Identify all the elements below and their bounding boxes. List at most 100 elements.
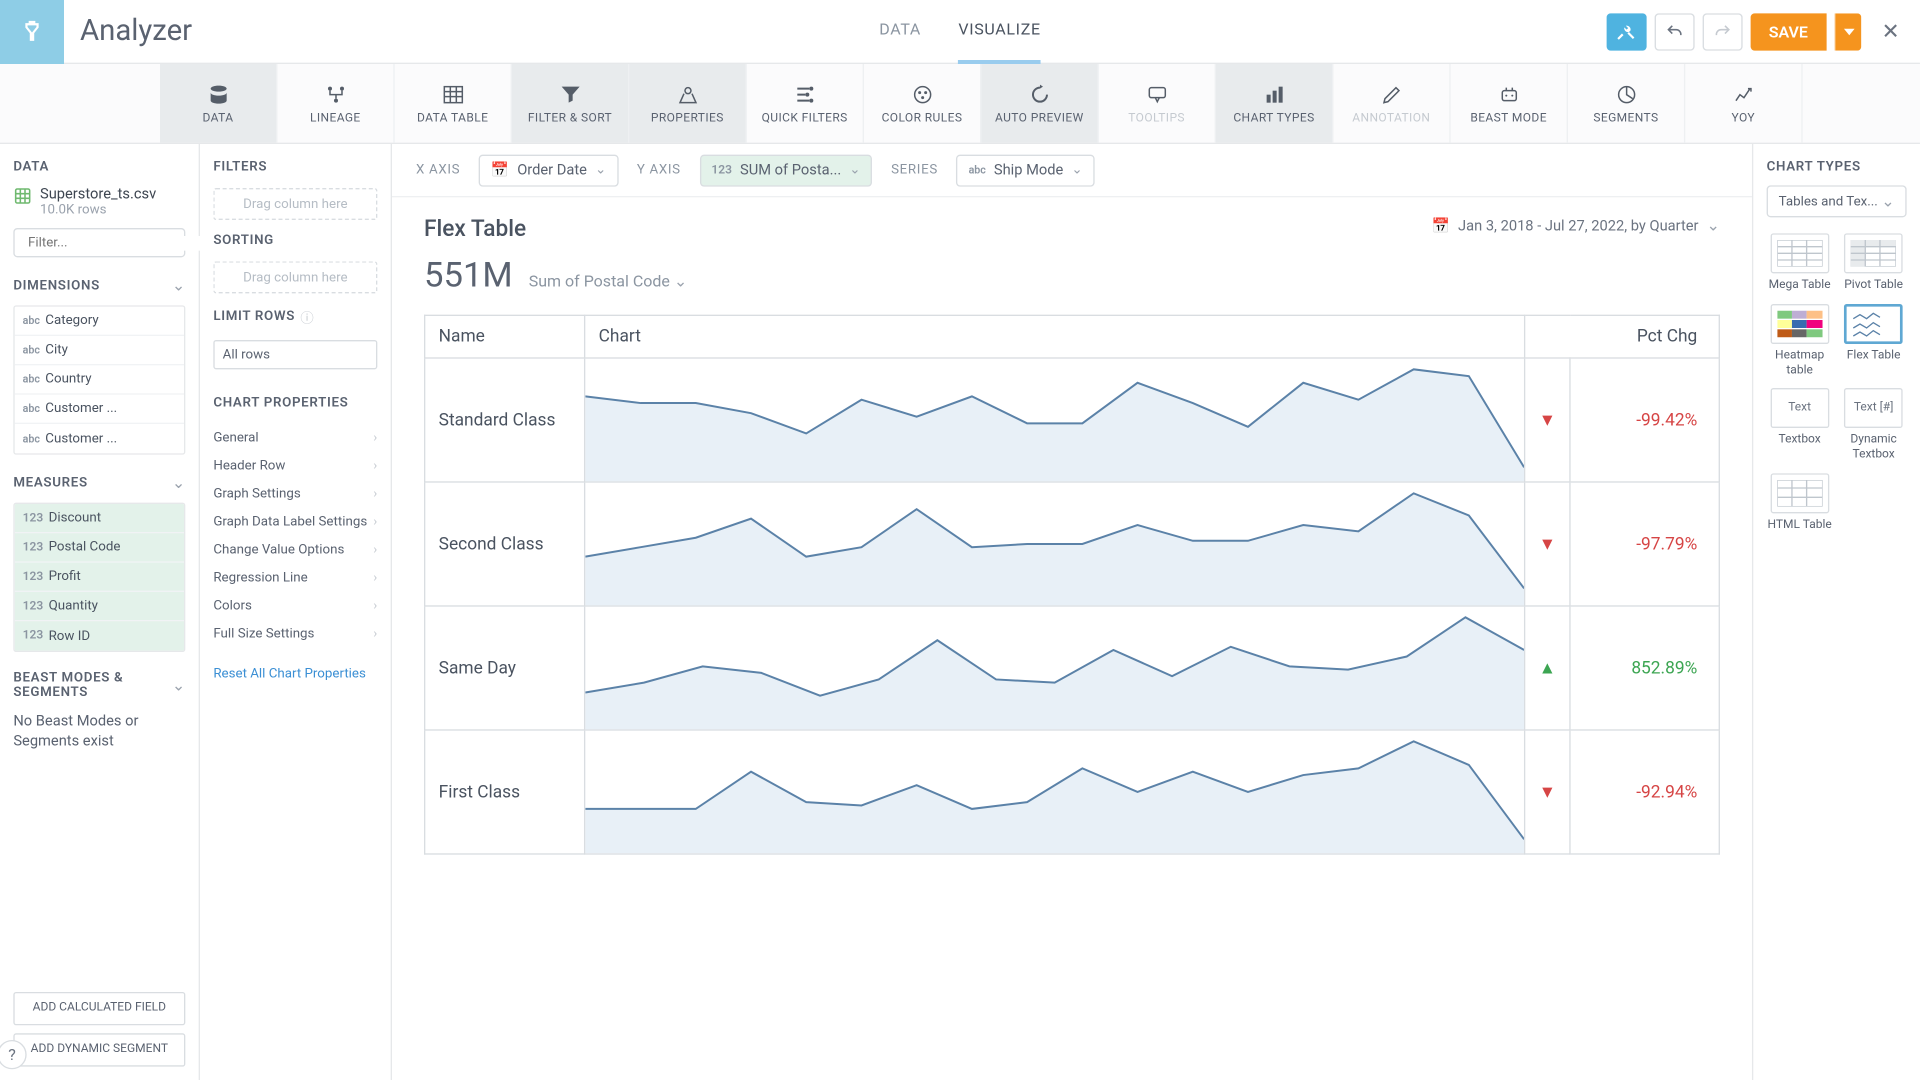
dimension-pill[interactable]: abcCategory — [15, 307, 184, 336]
chart-type-pivot-table[interactable]: Pivot Table — [1841, 233, 1907, 293]
measures-list[interactable]: 123Discount123Postal Code123Profit123Qua… — [13, 503, 185, 652]
measure-pill[interactable]: 123Profit — [15, 563, 184, 592]
measure-pill[interactable]: 123Discount — [15, 504, 184, 533]
chevron-down-icon[interactable]: ⌄ — [172, 473, 185, 492]
row-pct-chg: -99.42% — [1570, 358, 1719, 482]
chart-prop-item[interactable]: Full Size Settings› — [213, 620, 377, 648]
filters-dropzone[interactable]: Drag column here — [213, 188, 377, 220]
chart-prop-item[interactable]: Change Value Options› — [213, 536, 377, 564]
beast-header: BEAST MODES & SEGMENTS — [13, 671, 172, 700]
chart-prop-item[interactable]: General› — [213, 424, 377, 452]
tool-data[interactable]: DATA — [160, 64, 277, 143]
chart-type-heatmap-table[interactable]: Heatmap table — [1767, 304, 1833, 378]
flex-table: Name Chart Pct Chg Standard Class ▼ -99.… — [424, 315, 1720, 855]
undo-button[interactable] — [1654, 13, 1694, 50]
filters-header: FILTERS — [213, 160, 377, 175]
y-axis-chip[interactable]: 123 SUM of Posta...⌄ — [699, 154, 872, 186]
tool-color-rules[interactable]: COLOR RULES — [864, 64, 981, 143]
redo-button[interactable] — [1702, 13, 1742, 50]
tool-data-table[interactable]: DATA TABLE — [395, 64, 512, 143]
summary-label[interactable]: Sum of Postal Code ⌄ — [529, 272, 688, 291]
add-calculated-field-button[interactable]: ADD CALCULATED FIELD — [13, 993, 185, 1026]
table-row: Standard Class ▼ -99.42% — [425, 358, 1720, 482]
measures-header: MEASURES — [13, 475, 87, 490]
tools-icon[interactable] — [1606, 13, 1646, 50]
dimensions-list[interactable]: abcCategoryabcCityabcCountryabcCustomer … — [13, 305, 185, 454]
chart-types-panel: CHART TYPES Tables and Tex...⌄ Mega Tabl… — [1752, 144, 1920, 1080]
chart-prop-item[interactable]: Graph Data Label Settings› — [213, 508, 377, 536]
beast-note: No Beast Modes or Segments exist — [13, 711, 185, 752]
text-icon: abc — [969, 164, 986, 176]
dimension-pill[interactable]: abcCity — [15, 336, 184, 365]
row-pct-chg: 852.89% — [1570, 606, 1719, 730]
app-title: Analyzer — [80, 15, 192, 48]
series-label: SERIES — [891, 163, 938, 178]
dimension-pill[interactable]: abcCustomer ... — [15, 424, 184, 453]
limit-rows-select[interactable]: All rows — [213, 340, 377, 369]
y-axis-label: Y AXIS — [637, 163, 681, 178]
chart-type-dynamic-textbox[interactable]: Text [#] Dynamic Textbox — [1841, 389, 1907, 463]
dataset-icon — [13, 185, 32, 204]
tool-lineage[interactable]: LINEAGE — [277, 64, 394, 143]
row-name: Same Day — [425, 606, 585, 730]
tab-visualize[interactable]: VISUALIZE — [958, 0, 1040, 63]
tool-annotation[interactable]: ANNOTATION — [1333, 64, 1450, 143]
measure-pill[interactable]: 123Row ID — [15, 621, 184, 650]
topbar: Analyzer DATA VISUALIZE SAVE ✕ — [0, 0, 1920, 64]
canvas: X AXIS 📅 Order Date⌄ Y AXIS 123 SUM of P… — [392, 144, 1752, 1080]
col-pct: Pct Chg — [1525, 315, 1719, 358]
chart-type-flex-table[interactable]: Flex Table — [1841, 304, 1907, 378]
axis-row: X AXIS 📅 Order Date⌄ Y AXIS 123 SUM of P… — [392, 144, 1752, 197]
chart-category-select[interactable]: Tables and Tex...⌄ — [1767, 185, 1907, 217]
chart-prop-item[interactable]: Colors› — [213, 592, 377, 620]
calendar-icon: 📅 — [1432, 217, 1450, 234]
filter-input[interactable] — [28, 235, 205, 250]
save-dropdown[interactable] — [1835, 13, 1862, 50]
tool-segments[interactable]: SEGMENTS — [1568, 64, 1685, 143]
chart-type-mega-table[interactable]: Mega Table — [1767, 233, 1833, 293]
trend-arrow-icon: ▼ — [1525, 482, 1570, 606]
chart-prop-item[interactable]: Graph Settings› — [213, 480, 377, 508]
chevron-down-icon[interactable]: ⌄ — [172, 276, 185, 295]
tool-filter-sort[interactable]: FILTER & SORT — [512, 64, 629, 143]
chart-type-textbox[interactable]: Text Textbox — [1767, 389, 1833, 463]
series-chip[interactable]: abc Ship Mode⌄ — [957, 154, 1095, 186]
x-axis-chip[interactable]: 📅 Order Date⌄ — [479, 154, 618, 186]
tool-beast-mode[interactable]: BEAST MODE — [1451, 64, 1568, 143]
row-sparkline — [585, 606, 1525, 730]
chart-type-html-table[interactable]: HTML Table — [1767, 473, 1833, 533]
table-row: Second Class ▼ -97.79% — [425, 482, 1720, 606]
row-pct-chg: -97.79% — [1570, 482, 1719, 606]
add-dynamic-segment-button[interactable]: ADD DYNAMIC SEGMENT — [13, 1034, 185, 1067]
tool-properties[interactable]: PROPERTIES — [629, 64, 746, 143]
close-button[interactable]: ✕ — [1875, 19, 1907, 44]
reset-chart-props-link[interactable]: Reset All Chart Properties — [213, 661, 377, 681]
save-button[interactable]: SAVE — [1750, 13, 1827, 50]
trend-arrow-icon: ▲ — [1525, 606, 1570, 730]
top-tabs: DATA VISUALIZE — [879, 0, 1040, 63]
measure-pill[interactable]: 123Quantity — [15, 592, 184, 621]
tool-chart-types[interactable]: CHART TYPES — [1216, 64, 1333, 143]
numeric-icon: 123 — [711, 163, 732, 176]
table-row: Same Day ▲ 852.89% — [425, 606, 1720, 730]
dimension-pill[interactable]: abcCustomer ... — [15, 395, 184, 424]
info-icon: ⓘ — [300, 307, 313, 327]
data-header: DATA — [13, 160, 185, 175]
tab-data[interactable]: DATA — [879, 0, 921, 63]
row-name: First Class — [425, 730, 585, 854]
tool-yoy[interactable]: YOY — [1685, 64, 1802, 143]
chart-prop-item[interactable]: Header Row› — [213, 452, 377, 480]
filter-input-box[interactable] — [13, 228, 185, 257]
tool-auto-preview[interactable]: AUTO PREVIEW — [981, 64, 1098, 143]
chart-prop-item[interactable]: Regression Line› — [213, 564, 377, 592]
tool-tooltips[interactable]: TOOLTIPS — [1099, 64, 1216, 143]
dataset-row[interactable]: Superstore_ts.csv 10.0K rows — [13, 185, 185, 217]
dimension-pill[interactable]: abcCountry — [15, 365, 184, 394]
measure-pill[interactable]: 123Postal Code — [15, 533, 184, 562]
chart-types-grid: Mega Table Pivot Table Heatmap table Fle… — [1767, 233, 1907, 533]
chevron-down-icon[interactable]: ⌄ — [172, 676, 185, 695]
tool-quick-filters[interactable]: QUICK FILTERS — [747, 64, 864, 143]
date-range[interactable]: 📅 Jan 3, 2018 - Jul 27, 2022, by Quarter… — [1432, 216, 1720, 235]
sorting-header: SORTING — [213, 233, 377, 248]
sorting-dropzone[interactable]: Drag column here — [213, 261, 377, 293]
